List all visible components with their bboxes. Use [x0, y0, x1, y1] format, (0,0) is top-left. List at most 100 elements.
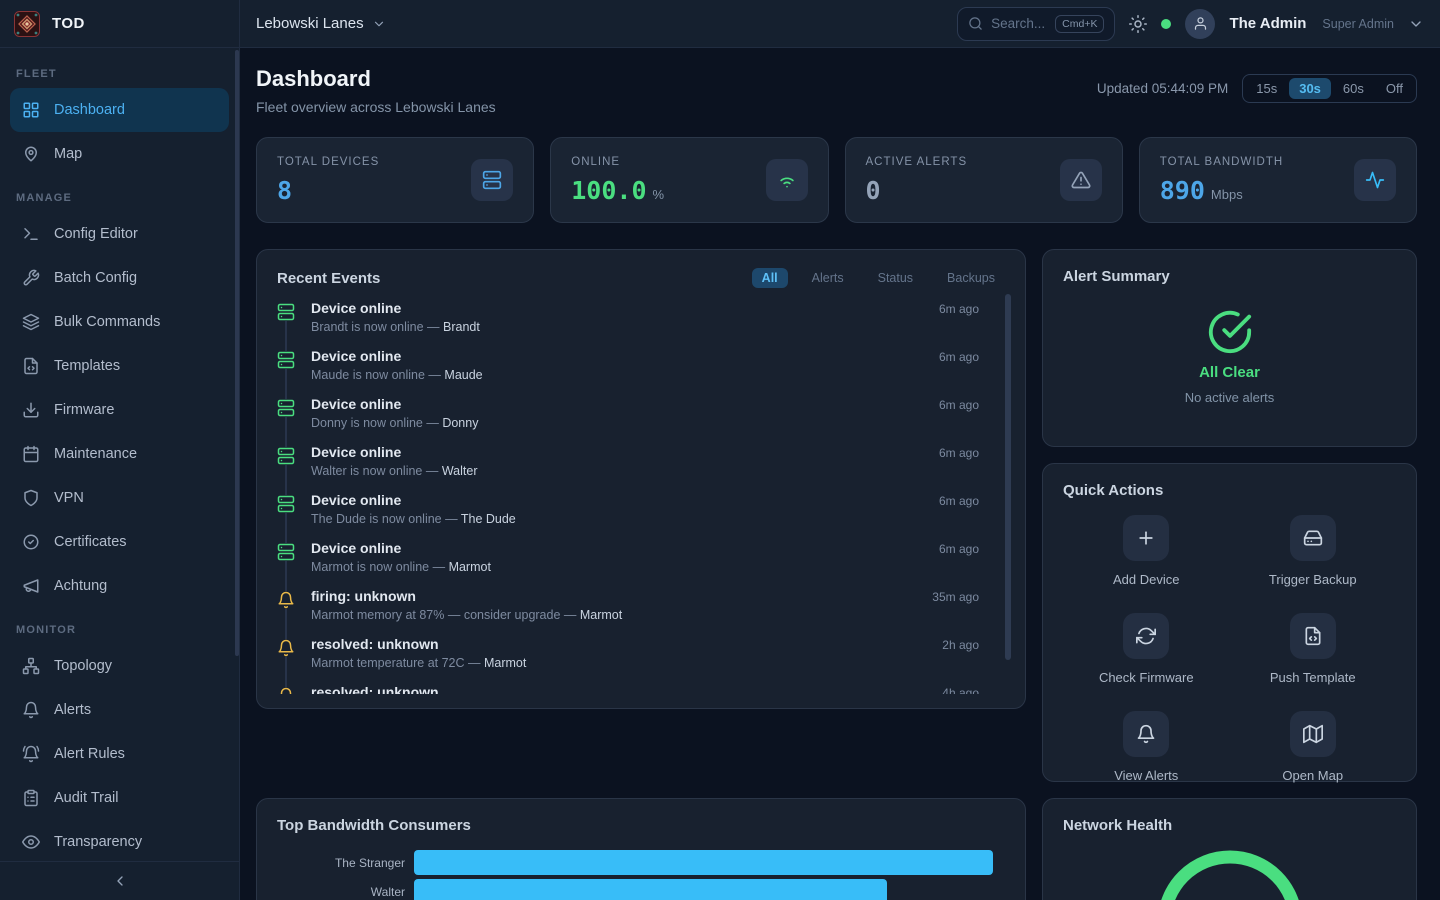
refresh-option-30s[interactable]: 30s: [1289, 78, 1331, 99]
events-scrollbar[interactable]: [1005, 294, 1011, 660]
search-input[interactable]: Search... Cmd+K: [957, 7, 1115, 41]
event-device-name: Marmot: [580, 608, 622, 622]
stat-iconbox: [766, 159, 808, 201]
sidebar-item-alert-rules[interactable]: Alert Rules: [10, 732, 229, 776]
event-title: resolved: unknown: [311, 636, 439, 652]
bandwidth-rows: The Stranger Walter: [277, 850, 1005, 900]
stat-value: 100.0: [571, 176, 646, 205]
stat-value-row: 100.0%: [571, 176, 664, 205]
bandwidth-bar-track: [414, 879, 1005, 900]
event-top: Device online6m ago: [311, 492, 1005, 508]
event-message: Brandt is now online —: [311, 320, 443, 334]
user-menu-chevron-icon[interactable]: [1408, 16, 1424, 32]
bandwidth-row-the-stranger: The Stranger: [277, 850, 1005, 875]
sidebar-scrollbar[interactable]: [235, 50, 239, 656]
event-device-name: Maude: [444, 368, 482, 382]
stat-label: ONLINE: [571, 156, 664, 168]
events-tab-status[interactable]: Status: [868, 268, 923, 288]
sidebar-item-batch-config[interactable]: Batch Config: [10, 256, 229, 300]
refresh-option-60s[interactable]: 60s: [1333, 78, 1374, 99]
app-logo-icon: [14, 11, 40, 37]
event-title: firing: unknown: [311, 588, 416, 604]
event-message: Marmot memory at 87% — consider upgrade …: [311, 608, 580, 622]
sidebar-item-firmware[interactable]: Firmware: [10, 388, 229, 432]
server-icon: [482, 170, 502, 190]
sidebar-item-vpn[interactable]: VPN: [10, 476, 229, 520]
event-subtitle: Brandt is now online — Brandt: [311, 320, 1005, 334]
event-subtitle: Marmot temperature at 72C — Marmot: [311, 656, 1005, 670]
quick-action-label: Check Firmware: [1099, 670, 1194, 685]
events-tab-all[interactable]: All: [752, 268, 788, 288]
stat-value: 0: [866, 176, 881, 205]
quick-actions-grid: Add DeviceTrigger Backup Check Firmware Pu…: [1063, 515, 1396, 783]
event-row: Device online6m agoWalter is now online …: [277, 444, 1005, 492]
sidebar-section-label-monitor: MONITOR: [0, 608, 239, 644]
sidebar-item-dashboard[interactable]: Dashboard: [10, 88, 229, 132]
event-time: 6m ago: [939, 302, 979, 316]
sidebar-item-maintenance[interactable]: Maintenance: [10, 432, 229, 476]
events-tab-backups[interactable]: Backups: [937, 268, 1005, 288]
sidebar-item-label: Maintenance: [54, 446, 137, 462]
map-pin-icon: [22, 145, 40, 163]
event-message: Marmot temperature at 72C —: [311, 656, 484, 670]
sidebar-item-config-editor[interactable]: Config Editor: [10, 212, 229, 256]
quick-action-open-map[interactable]: Open Map: [1230, 711, 1397, 783]
theme-toggle-sun-icon[interactable]: [1129, 15, 1147, 33]
sidebar-item-topology[interactable]: Topology: [10, 644, 229, 688]
dashboard-icon: [22, 101, 40, 119]
event-message: Marmot is now online —: [311, 560, 449, 574]
event-device-name: Donny: [442, 416, 478, 430]
wifi-icon: [777, 170, 797, 190]
stat-iconbox: [471, 159, 513, 201]
recent-events-title: Recent Events: [277, 270, 380, 287]
event-body: resolved: unknown4h ago: [311, 684, 1005, 694]
user-avatar[interactable]: [1185, 9, 1215, 39]
event-time: 4h ago: [942, 686, 979, 694]
events-tab-alerts[interactable]: Alerts: [802, 268, 854, 288]
refresh-option-15s[interactable]: 15s: [1246, 78, 1287, 99]
quick-action-add-device[interactable]: Add Device: [1063, 515, 1230, 587]
sidebar-item-label: Map: [54, 146, 82, 162]
stats-row: TOTAL DEVICES8ONLINE100.0%ACTIVE ALERTS0…: [256, 137, 1417, 223]
stat-iconbox: [1354, 159, 1396, 201]
event-body: Device online6m agoWalter is now online …: [311, 444, 1005, 492]
quick-action-view-alerts[interactable]: View Alerts: [1063, 711, 1230, 783]
event-subtitle: Marmot memory at 87% — consider upgrade …: [311, 608, 1005, 622]
sidebar-item-templates[interactable]: Templates: [10, 344, 229, 388]
sidebar-item-achtung[interactable]: Achtung: [10, 564, 229, 608]
sidebar-collapse-button[interactable]: [112, 873, 128, 889]
quick-action-trigger-backup[interactable]: Trigger Backup: [1230, 515, 1397, 587]
sidebar-item-transparency[interactable]: Transparency: [10, 820, 229, 861]
event-row: Device online6m agoMarmot is now online …: [277, 540, 1005, 588]
quick-action-iconbox: [1290, 515, 1336, 561]
recent-events-panel: Recent Events All Alerts Status Backups Dev…: [256, 249, 1026, 709]
event-body: Device online6m agoMaude is now online —…: [311, 348, 1005, 396]
fleet-selector[interactable]: Lebowski Lanes: [256, 15, 386, 32]
quick-action-check-firmware[interactable]: Check Firmware: [1063, 613, 1230, 685]
stat-card-total-devices: TOTAL DEVICES8: [256, 137, 534, 223]
sidebar-item-label: Alerts: [54, 702, 91, 718]
sidebar-item-alerts[interactable]: Alerts: [10, 688, 229, 732]
event-top: Device online6m ago: [311, 348, 1005, 364]
sidebar-item-label: Batch Config: [54, 270, 137, 286]
sidebar-item-bulk-commands[interactable]: Bulk Commands: [10, 300, 229, 344]
sidebar-item-certificates[interactable]: Certificates: [10, 520, 229, 564]
main-content: Dashboard Fleet overview across Lebowski…: [240, 48, 1440, 900]
bandwidth-title: Top Bandwidth Consumers: [277, 817, 1005, 834]
health-ring-icon: 100: [1154, 847, 1306, 900]
sidebar-item-audit-trail[interactable]: Audit Trail: [10, 776, 229, 820]
sidebar-item-map[interactable]: Map: [10, 132, 229, 176]
stat-value: 890: [1160, 176, 1205, 205]
event-body: Device online6m agoDonny is now online —…: [311, 396, 1005, 444]
quick-action-push-template[interactable]: Push Template: [1230, 613, 1397, 685]
bandwidth-bar-label: Walter: [277, 885, 405, 899]
server-icon: [277, 495, 295, 513]
event-row: resolved: unknown2h agoMarmot temperatur…: [277, 636, 1005, 684]
event-title: Device online: [311, 300, 401, 316]
alert-triangle-icon: [1071, 170, 1091, 190]
event-message: Donny is now online —: [311, 416, 442, 430]
event-top: resolved: unknown4h ago: [311, 684, 1005, 694]
bandwidth-bar-label: The Stranger: [277, 856, 405, 870]
event-body: firing: unknown35m agoMarmot memory at 8…: [311, 588, 1005, 636]
refresh-option-off[interactable]: Off: [1376, 78, 1413, 99]
